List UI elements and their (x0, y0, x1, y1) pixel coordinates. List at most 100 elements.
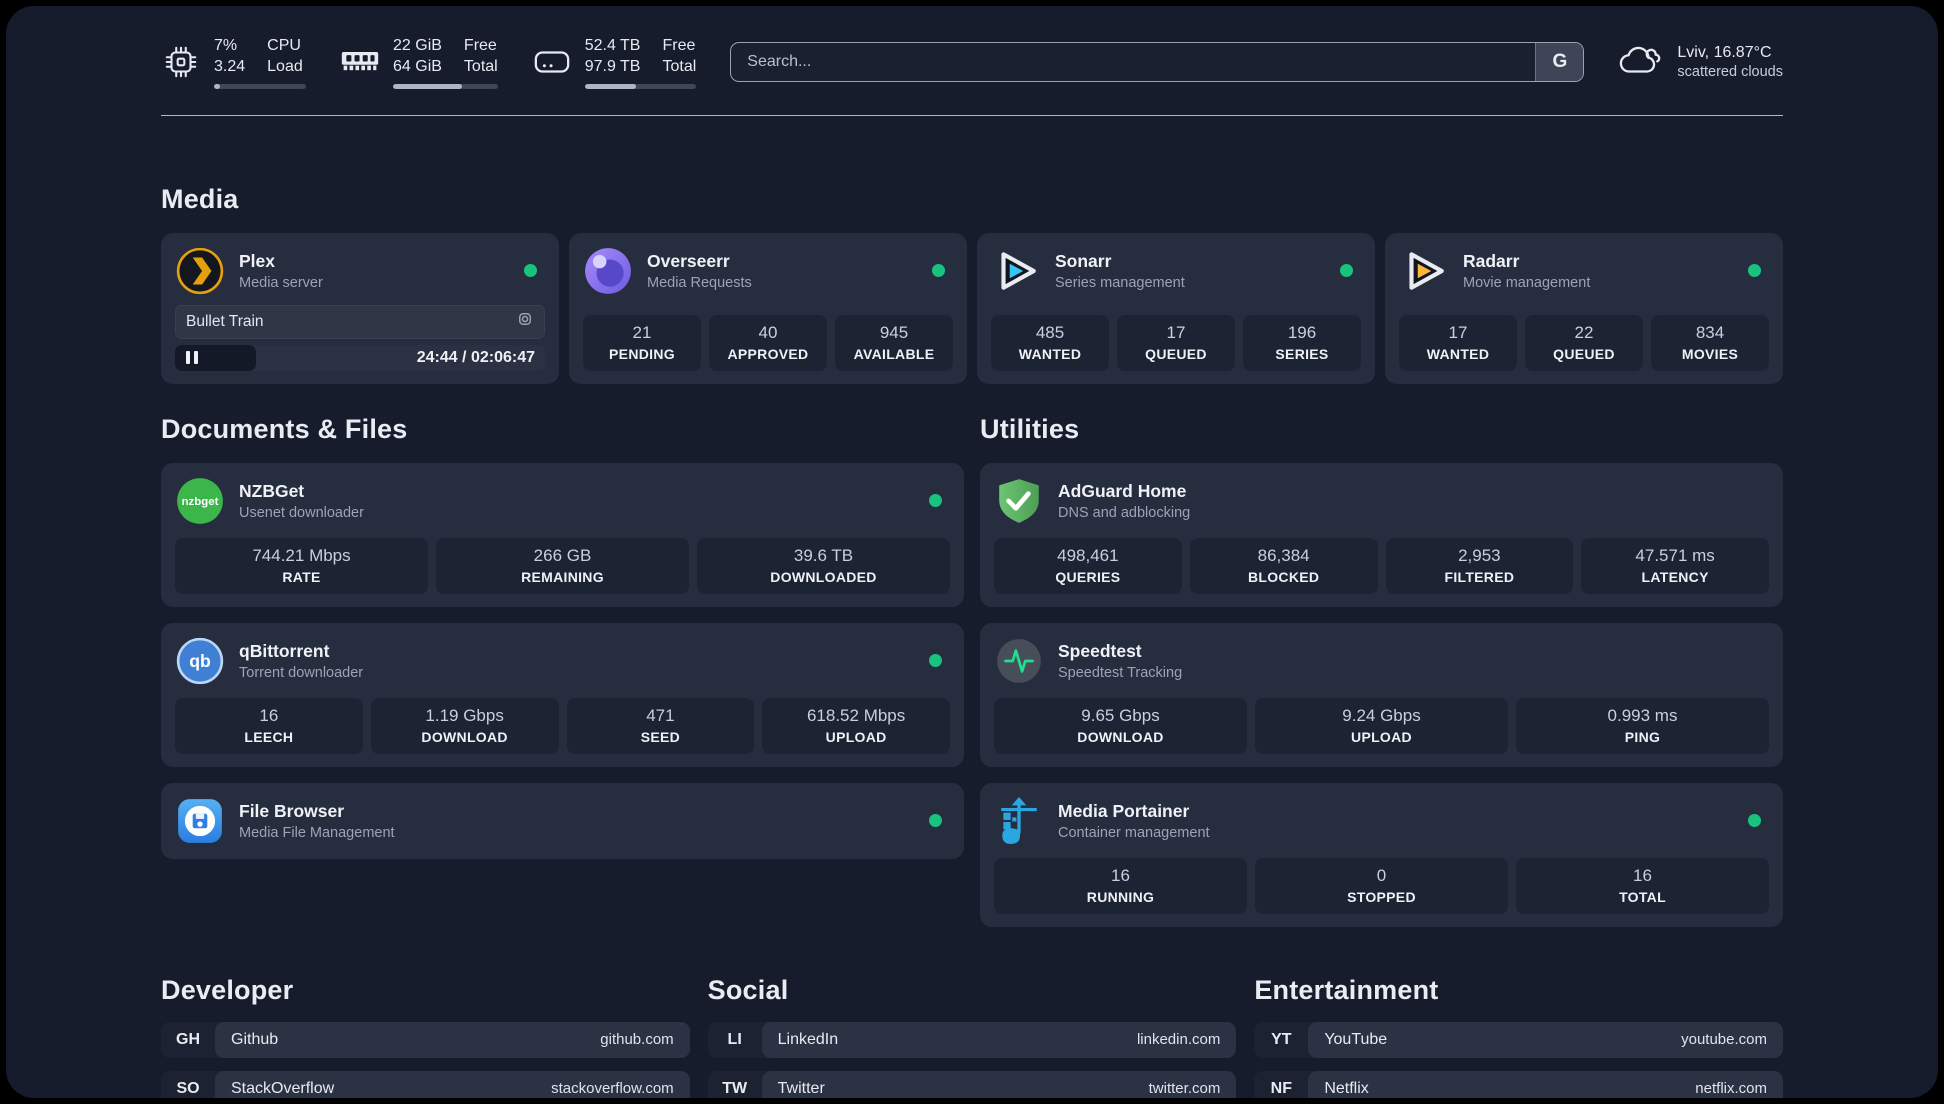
search-bar[interactable]: G (730, 42, 1585, 83)
disk-widget: 52.4 TB 97.9 TB Free Total (532, 36, 697, 89)
stat-tile: 498,461 QUERIES (994, 537, 1182, 594)
stat-label: FILTERED (1444, 568, 1515, 585)
service-card[interactable]: Radarr Movie management 17 WANTED 22 QUE… (1385, 232, 1783, 384)
stat-tiles: 485 WANTED 17 QUEUED 196 SERIES (991, 303, 1361, 371)
status-dot (1748, 264, 1761, 278)
stat-value: 9.24 Gbps (1342, 705, 1421, 725)
sonarr-icon (1001, 251, 1036, 290)
status-dot (1748, 814, 1761, 828)
memory-progress-bar (393, 83, 498, 89)
stat-tile: 47.571 ms LATENCY (1581, 537, 1769, 594)
service-card[interactable]: File Browser Media File Management (161, 782, 964, 859)
memory-free-value: 22 GiB (393, 37, 442, 54)
cpu-icon (161, 42, 201, 82)
service-card[interactable]: Sonarr Series management 485 WANTED 17 Q… (977, 232, 1375, 384)
weather-condition: scattered clouds (1677, 64, 1783, 81)
stat-label: DOWNLOAD (421, 728, 508, 745)
app-title: Sonarr (1055, 250, 1112, 271)
stat-tile: 0.993 ms PING (1516, 697, 1769, 754)
stat-tile: 9.24 Gbps UPLOAD (1255, 697, 1508, 754)
bookmark-name: LinkedIn (777, 1030, 839, 1048)
stat-value: 86,384 (1257, 545, 1310, 565)
stat-tiles: 21 PENDING 40 APPROVED 945 AVAILABLE (583, 303, 953, 371)
stat-value: 744.21 Mbps (252, 545, 351, 565)
service-card[interactable]: nzbget NZBGet Usenet downloader 744.21 M… (161, 462, 964, 607)
stat-tile: 196 SERIES (1243, 314, 1361, 371)
stat-label: LEECH (244, 728, 294, 745)
overseerr-icon (585, 247, 631, 294)
stat-tile: 16 TOTAL (1516, 857, 1769, 914)
stat-tile: 618.52 Mbps UPLOAD (762, 697, 950, 754)
weather-location-temp: Lviv, 16.87°C (1677, 44, 1772, 62)
speedtest-icon (997, 638, 1041, 683)
stat-value: 471 (646, 705, 675, 725)
stat-tile: 2,953 FILTERED (1385, 537, 1574, 594)
bookmark-abbr: GH (176, 1030, 200, 1048)
stat-tile: 744.21 Mbps RATE (175, 537, 428, 594)
bookmark-url: netflix.com (1695, 1080, 1767, 1098)
settings-icon[interactable] (516, 310, 534, 333)
bookmark-link[interactable]: TW Twitter twitter.com (707, 1070, 1237, 1098)
stat-value: 618.52 Mbps (806, 705, 906, 725)
stat-label: DOWNLOAD (1077, 728, 1164, 745)
stat-tile: 16 RUNNING (994, 857, 1247, 914)
stat-value: 196 (1287, 322, 1317, 342)
svg-text:nzbget: nzbget (182, 496, 219, 508)
app-icon: qb (175, 636, 225, 686)
developer-links: GH Github github.com SO StackOverflow st… (161, 1021, 690, 1098)
app-icon (991, 246, 1041, 296)
cpu-load-value: 3.24 (214, 57, 246, 75)
disk-total-value: 97.9 TB (584, 57, 641, 75)
app-icon (1399, 246, 1449, 296)
bookmark-link[interactable]: LI LinkedIn linkedin.com (707, 1021, 1237, 1058)
app-title: Media Portainer (1058, 800, 1190, 821)
cpu-usage: 7% (214, 37, 238, 54)
dashboard: 7% 3.24 CPU Load 22 GiB 64 GiB Free Tota… (6, 6, 1938, 1098)
service-card[interactable]: qb qBittorrent Torrent downloader 16 LEE… (161, 622, 964, 767)
stat-label: SERIES (1275, 345, 1329, 362)
bookmark-link[interactable]: YT YouTube youtube.com (1254, 1021, 1783, 1058)
qbittorrent-icon: qb (176, 637, 224, 684)
stat-tiles: 498,461 QUERIES 86,384 BLOCKED 2,953 FIL… (994, 526, 1769, 594)
service-card[interactable]: Speedtest Speedtest Tracking 9.65 Gbps D… (980, 622, 1783, 767)
bookmark-url: linkedin.com (1136, 1031, 1221, 1049)
stat-label: QUERIES (1055, 568, 1121, 585)
stat-value: 945 (879, 322, 909, 342)
stat-value: 9.65 Gbps (1081, 705, 1160, 725)
section-title-social: Social (707, 974, 789, 1005)
service-card[interactable]: Plex Media server Bullet Train 24:44 / 0… (161, 232, 559, 384)
section-title-media: Media (161, 183, 239, 214)
stat-tile: 471 SEED (566, 697, 755, 754)
adguard-icon (999, 478, 1039, 523)
service-card[interactable]: AdGuard Home DNS and adblocking 498,461 … (980, 462, 1783, 607)
now-playing: Bullet Train 24:44 / 02:06:47 (175, 304, 545, 371)
disk-icon (532, 42, 572, 82)
stat-tile: 834 MOVIES (1651, 314, 1769, 371)
bookmark-abbr: YT (1271, 1030, 1292, 1048)
app-icon (994, 796, 1044, 846)
app-subtitle: Media Requests (647, 274, 752, 291)
app-subtitle: Series management (1055, 274, 1185, 291)
app-icon (175, 246, 225, 296)
stat-value: 266 GB (533, 545, 592, 565)
search-input[interactable] (731, 43, 1536, 82)
cloud-icon (1618, 42, 1664, 83)
stat-value: 498,461 (1057, 545, 1119, 565)
bookmark-abbr: TW (722, 1079, 748, 1097)
app-subtitle: Container management (1058, 824, 1210, 841)
app-subtitle: Usenet downloader (239, 504, 364, 521)
search-engine-button[interactable]: G (1535, 43, 1584, 82)
service-card[interactable]: Overseerr Media Requests 21 PENDING 40 A… (569, 232, 967, 384)
pause-icon[interactable] (186, 351, 198, 365)
bookmark-link[interactable]: NF Netflix netflix.com (1254, 1070, 1783, 1098)
playback-progress-bar: 24:44 / 02:06:47 (175, 344, 545, 371)
bookmark-link[interactable]: GH Github github.com (161, 1021, 690, 1058)
memory-total-label: Total (463, 57, 498, 75)
bookmark-link[interactable]: SO StackOverflow stackoverflow.com (161, 1070, 690, 1098)
app-title: Speedtest (1058, 640, 1142, 661)
app-icon (994, 636, 1044, 686)
stat-tile: 17 WANTED (1399, 314, 1517, 371)
app-title: qBittorrent (239, 640, 330, 661)
service-card[interactable]: Media Portainer Container management 16 … (980, 782, 1783, 927)
app-title: File Browser (239, 800, 345, 821)
